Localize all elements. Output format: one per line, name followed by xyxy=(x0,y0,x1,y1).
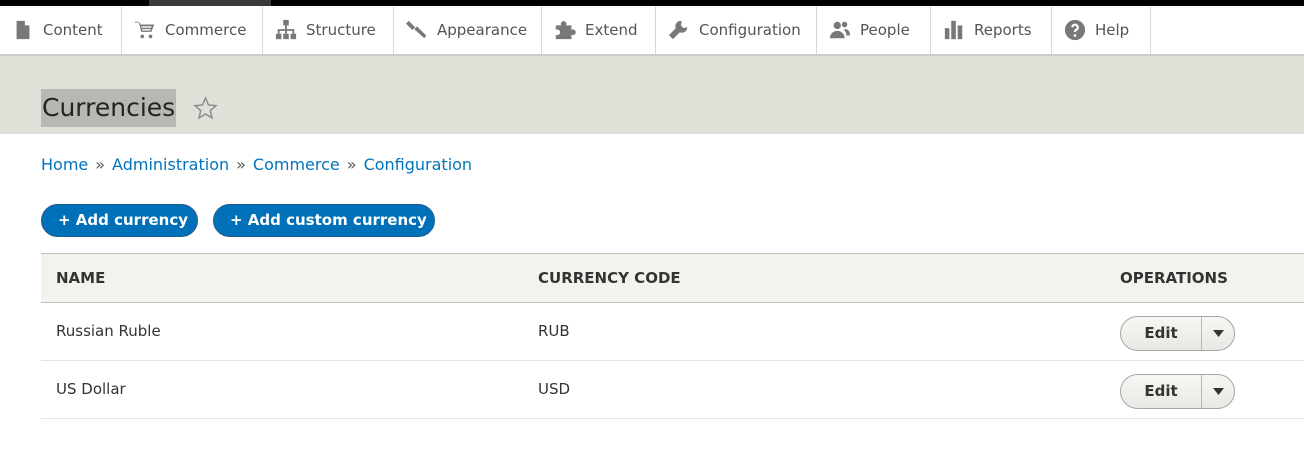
wrench-icon xyxy=(668,18,690,42)
page-header: Currencies xyxy=(0,56,1304,134)
toolbar-item-label: Help xyxy=(1095,21,1130,39)
breadcrumb: Home » Administration » Commerce » Configurati… xyxy=(41,155,472,174)
sitemap-icon xyxy=(275,18,297,42)
puzzle-icon xyxy=(554,18,576,42)
people-icon xyxy=(829,18,851,42)
caret-down-icon xyxy=(1212,330,1224,337)
breadcrumb-link-commerce[interactable]: Commerce xyxy=(253,155,340,174)
toolbar-item-reports[interactable]: Reports xyxy=(931,6,1052,54)
toolbar-item-extend[interactable]: Extend xyxy=(542,6,656,54)
breadcrumb-separator: » xyxy=(236,155,246,174)
toolbar-item-label: Commerce xyxy=(165,21,247,39)
admin-toolbar: Content Commerce Structure Appearance Ex… xyxy=(0,6,1304,55)
paintbrush-icon xyxy=(406,18,428,42)
edit-button[interactable]: Edit xyxy=(1121,317,1202,350)
toolbar-item-label: Content xyxy=(43,21,103,39)
toolbar-item-label: People xyxy=(860,21,910,39)
star-icon[interactable] xyxy=(193,96,218,121)
column-header-name[interactable]: NAME xyxy=(56,254,105,303)
operations-dropbutton: Edit xyxy=(1120,374,1235,409)
table-row: Russian Ruble RUB Edit xyxy=(41,303,1304,361)
currency-name: Russian Ruble xyxy=(56,322,161,340)
operations-dropbutton: Edit xyxy=(1120,316,1235,351)
toolbar-item-label: Configuration xyxy=(699,21,801,39)
toolbar-item-label: Extend xyxy=(585,21,638,39)
breadcrumb-link-home[interactable]: Home xyxy=(41,155,88,174)
toolbar-item-commerce[interactable]: Commerce xyxy=(122,6,263,54)
cart-icon xyxy=(134,18,156,42)
breadcrumb-link-administration[interactable]: Administration xyxy=(112,155,229,174)
dropbutton-toggle[interactable] xyxy=(1202,375,1234,408)
question-icon xyxy=(1064,18,1086,42)
breadcrumb-separator: » xyxy=(346,155,357,174)
page-title: Currencies xyxy=(41,89,177,127)
currency-code: USD xyxy=(538,380,571,398)
add-custom-currency-button[interactable]: + Add custom currency xyxy=(213,204,435,237)
edit-button[interactable]: Edit xyxy=(1121,375,1202,408)
toolbar-item-label: Appearance xyxy=(437,21,528,39)
caret-down-icon xyxy=(1212,388,1224,395)
toolbar-item-label: Reports xyxy=(974,21,1032,39)
currency-name: US Dollar xyxy=(56,380,126,398)
toolbar-item-structure[interactable]: Structure xyxy=(263,6,394,54)
column-header-operations: OPERATIONS xyxy=(1120,269,1228,287)
toolbar-item-label: Structure xyxy=(306,21,376,39)
toolbar-item-content[interactable]: Content xyxy=(0,6,122,54)
currency-code: RUB xyxy=(538,322,570,340)
toolbar-item-appearance[interactable]: Appearance xyxy=(394,6,542,54)
breadcrumb-separator: » xyxy=(95,155,106,174)
column-header-currency-code[interactable]: CURRENCY CODE xyxy=(538,254,681,303)
dropbutton-toggle[interactable] xyxy=(1202,317,1234,350)
table-row: US Dollar USD Edit xyxy=(41,361,1304,419)
add-currency-button[interactable]: + Add currency xyxy=(41,204,198,237)
bar-chart-icon xyxy=(943,18,965,42)
toolbar-item-help[interactable]: Help xyxy=(1052,6,1151,54)
table-header: NAME CURRENCY CODE OPERATIONS xyxy=(41,253,1304,303)
file-icon xyxy=(12,18,34,42)
toolbar-item-configuration[interactable]: Configuration xyxy=(656,6,817,54)
toolbar-item-people[interactable]: People xyxy=(817,6,931,54)
breadcrumb-link-configuration[interactable]: Configuration xyxy=(364,155,473,174)
currencies-table: NAME CURRENCY CODE OPERATIONS Russian Ru… xyxy=(41,253,1304,419)
